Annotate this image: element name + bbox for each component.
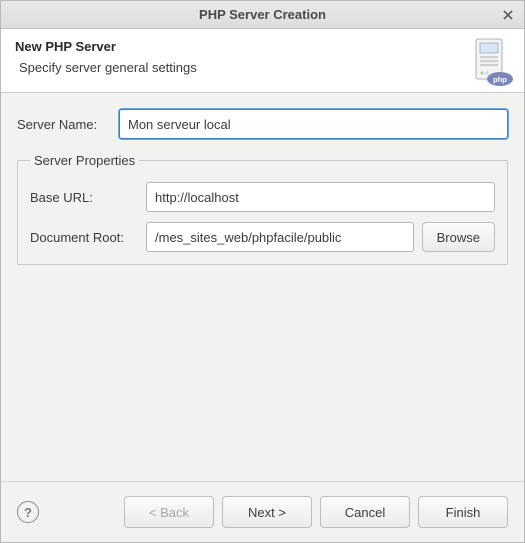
document-root-row: Document Root: Browse: [30, 222, 495, 252]
wizard-content: Server Name: Server Properties Base URL:…: [1, 93, 524, 481]
page-subtitle: Specify server general settings: [19, 60, 510, 75]
server-name-label: Server Name:: [17, 117, 111, 132]
base-url-label: Base URL:: [30, 190, 138, 205]
finish-button[interactable]: Finish: [418, 496, 508, 528]
server-properties-legend: Server Properties: [30, 153, 139, 168]
dialog-window: PHP Server Creation New PHP Server Speci…: [0, 0, 525, 543]
back-button[interactable]: < Back: [124, 496, 214, 528]
browse-button[interactable]: Browse: [422, 222, 495, 252]
help-icon: ?: [24, 505, 32, 520]
document-root-label: Document Root:: [30, 230, 138, 245]
server-name-row: Server Name:: [17, 109, 508, 139]
next-button[interactable]: Next >: [222, 496, 312, 528]
window-title: PHP Server Creation: [1, 7, 524, 22]
titlebar: PHP Server Creation: [1, 1, 524, 29]
wizard-header: New PHP Server Specify server general se…: [1, 29, 524, 93]
page-title: New PHP Server: [15, 39, 510, 54]
svg-text:php: php: [493, 75, 507, 84]
server-properties-group: Server Properties Base URL: Document Roo…: [17, 153, 508, 265]
php-server-icon: php: [470, 37, 514, 87]
base-url-input[interactable]: [146, 182, 495, 212]
server-name-input[interactable]: [119, 109, 508, 139]
cancel-button[interactable]: Cancel: [320, 496, 410, 528]
help-button[interactable]: ?: [17, 501, 39, 523]
close-icon: [503, 10, 513, 20]
document-root-input[interactable]: [146, 222, 414, 252]
close-button[interactable]: [498, 5, 518, 25]
base-url-row: Base URL:: [30, 182, 495, 212]
wizard-footer: ? < Back Next > Cancel Finish: [1, 481, 524, 542]
